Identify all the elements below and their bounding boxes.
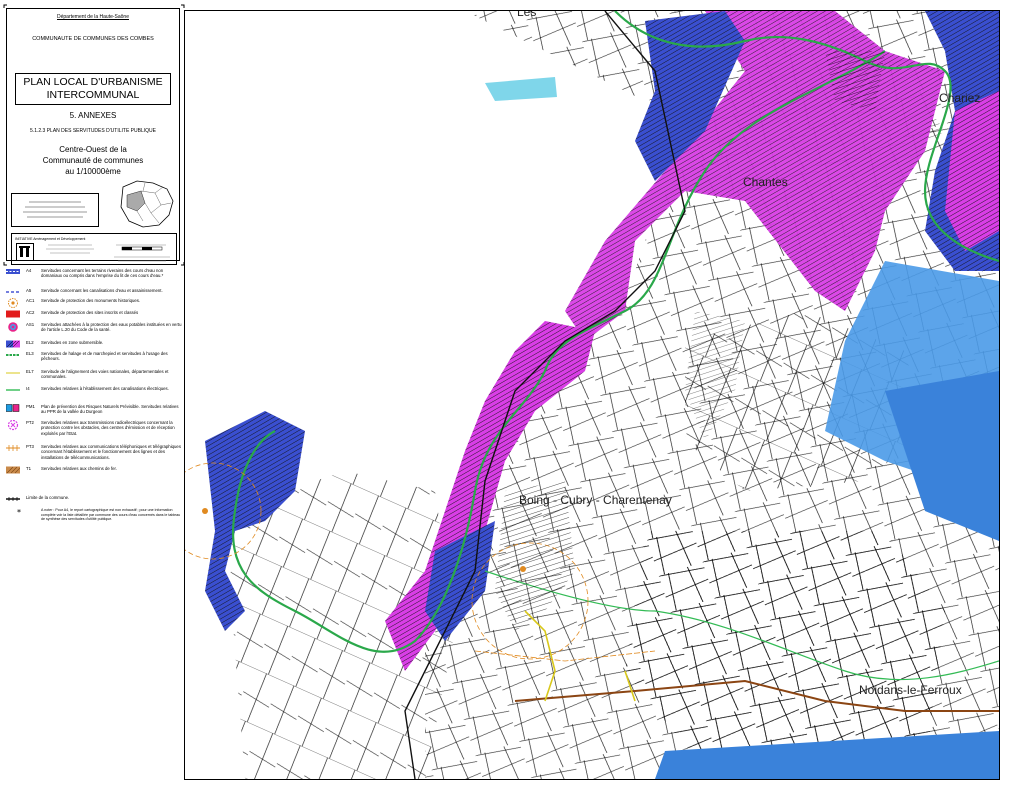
legend-code: AS1 [26,322,35,327]
legend-text: Servitudes en zone submersible. [41,340,104,345]
target-symbol-icon [8,322,18,332]
place-label-chantes: Chantes [743,175,788,189]
star-note-icon: * [17,508,21,516]
green-dash-icon [6,354,20,356]
monument-icon-village [520,566,526,572]
legend-text: Servitudes relatives à l'établissement d… [41,386,169,391]
legend-code: A4 [26,268,32,273]
legend-text: Servitudes relatives aux chemins de fer. [41,466,117,471]
cartouche-frame [3,4,185,266]
hatch-fill-icon [6,340,20,348]
legend-code: PT3 [26,444,34,449]
legend-code: T1 [26,466,32,471]
green-line-icon [6,389,20,391]
legend-code: EL7 [26,369,34,374]
svg-text:*: * [17,508,21,516]
legend-code: A5 [26,288,32,293]
yellow-line-icon [6,372,20,374]
monument-symbol-icon [8,298,18,308]
legend-text: Servitude de protection des monuments hi… [41,298,141,303]
legend-code: EL3 [26,351,34,356]
map-drawing [185,11,999,779]
legend-code: I4 [26,386,30,391]
place-label-les: Les [517,10,537,19]
legend-text: Servitudes concernant les terrains river… [41,268,164,279]
legend-code: AC1 [26,298,35,303]
map-canvas[interactable]: Les Chariez Chantes Boing - Cubry - Char… [184,10,1000,780]
legend-text: Servitudes relatives aux transmissions r… [41,420,175,436]
phone-line-icon [6,445,20,451]
legend-text: Limite de la commune. [26,495,70,500]
ppr-boxes-icon [6,404,20,412]
legend-text: Plan de prévention des Risques Naturels … [41,404,179,415]
boundary-line-icon [6,497,20,501]
place-label-chariez: Chariez [939,91,981,105]
legend-text: Servitudes attachées à la protection des… [41,322,182,333]
legend-text: Servitude de protection des sites inscri… [41,310,139,315]
rail-fill-icon [6,466,20,474]
radio-symbol-icon [7,420,19,431]
legend-code: PT2 [26,420,34,425]
legend-code: PM1 [26,404,35,409]
legend-text: Servitudes relatives aux communications … [41,444,181,460]
place-label-noidans-le-ferroux: Noidans-le-Ferroux [859,683,962,697]
monument-icon [202,508,208,514]
ppr-zone-north [485,77,557,101]
dashed-band-icon [6,269,20,274]
legend-text: Servitudes de halage et de marchepied et… [41,351,168,362]
legend-note-text: A noter : Pour A4, le report cartographi… [41,508,181,522]
dashed-line-icon [6,291,20,293]
legend-text: Servitude de l'alignement des voies nati… [41,369,169,380]
place-label-boing-cubry-charentenay: Boing - Cubry - Charentenay [519,493,672,507]
legend-code: AC2 [26,310,35,315]
legend-code: EL2 [26,340,34,345]
legend-text: Servitude concernant les canalisations d… [41,288,163,293]
red-fill-icon [6,310,20,318]
